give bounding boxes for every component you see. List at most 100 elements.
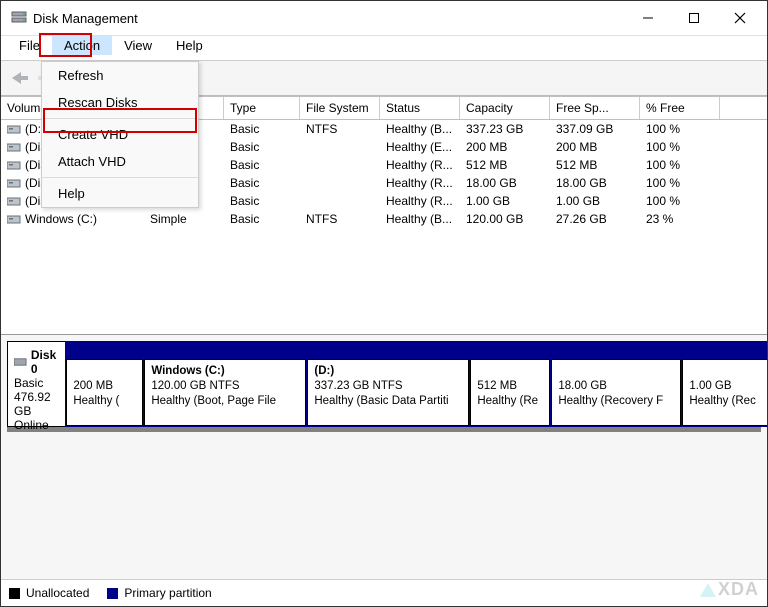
disk-type: Basic — [14, 376, 59, 390]
vol-pct: 100 % — [640, 156, 720, 174]
menu-bar: File Action View Help — [1, 36, 767, 61]
disk-size: 476.92 GB — [14, 390, 59, 418]
vol-name: Windows (C:) — [25, 212, 97, 226]
partition-size: 120.00 GB NTFS — [151, 380, 239, 392]
partition-status: Healthy (Boot, Page File — [151, 395, 276, 407]
col-free-space[interactable]: Free Sp... — [550, 97, 640, 119]
vol-capacity: 337.23 GB — [460, 120, 550, 138]
disk-map-pane: Disk 0 Basic 476.92 GB Online 200 MB Heal… — [1, 334, 767, 606]
vol-pct: 23 % — [640, 210, 720, 228]
vol-free: 337.09 GB — [550, 120, 640, 138]
maximize-button[interactable] — [671, 2, 717, 34]
partition-title: Windows (C:) — [151, 365, 224, 377]
menu-separator — [42, 177, 198, 178]
minimize-button[interactable] — [625, 2, 671, 34]
volume-icon — [7, 123, 21, 135]
vol-free: 512 MB — [550, 156, 640, 174]
col-spacer — [720, 97, 767, 119]
action-dropdown: Refresh Rescan Disks Create VHD Attach V… — [41, 61, 199, 208]
vol-pct: 100 % — [640, 192, 720, 210]
col-status[interactable]: Status — [380, 97, 460, 119]
partition-title: (D:) — [314, 365, 334, 377]
col-type[interactable]: Type — [224, 97, 300, 119]
partition-strip: 200 MB Healthy ( Windows (C:) 120.00 GB NTF… — [65, 341, 767, 427]
back-button[interactable] — [7, 66, 31, 90]
vol-fs — [300, 192, 380, 210]
app-icon — [11, 10, 27, 26]
vol-type: Basic — [224, 192, 300, 210]
menu-help-item[interactable]: Help — [42, 180, 198, 207]
vol-fs — [300, 138, 380, 156]
vol-fs: NTFS — [300, 210, 380, 228]
col-capacity[interactable]: Capacity — [460, 97, 550, 119]
partition-size: 18.00 GB — [558, 380, 607, 392]
vol-free: 18.00 GB — [550, 174, 640, 192]
disk-management-window: Disk Management File Action View Help Re… — [0, 0, 768, 607]
vol-capacity: 1.00 GB — [460, 192, 550, 210]
vol-type: Basic — [224, 138, 300, 156]
vol-type: Basic — [224, 210, 300, 228]
partition[interactable]: Windows (C:) 120.00 GB NTFS Healthy (Boot,… — [144, 359, 306, 426]
vol-status: Healthy (R... — [380, 156, 460, 174]
volume-icon — [7, 141, 21, 153]
menu-file[interactable]: File — [7, 36, 52, 55]
disk-state: Online — [14, 418, 59, 432]
partition-size: 337.23 GB NTFS — [314, 380, 402, 392]
title-bar: Disk Management — [1, 1, 767, 36]
close-button[interactable] — [717, 2, 763, 34]
vol-fs — [300, 174, 380, 192]
menu-view[interactable]: View — [112, 36, 164, 55]
disk-name: Disk 0 — [31, 348, 59, 376]
menu-create-vhd[interactable]: Create VHD — [42, 121, 198, 148]
volume-icon — [7, 213, 21, 225]
window-title: Disk Management — [33, 11, 138, 26]
partition-status: Healthy ( — [73, 395, 119, 407]
legend-unallocated: Unallocated — [9, 586, 89, 600]
partition-status: Healthy (Re — [477, 395, 538, 407]
vol-pct: 100 % — [640, 174, 720, 192]
vol-capacity: 200 MB — [460, 138, 550, 156]
vol-status: Healthy (R... — [380, 192, 460, 210]
vol-capacity: 120.00 GB — [460, 210, 550, 228]
vol-status: Healthy (B... — [380, 120, 460, 138]
vol-capacity: 512 MB — [460, 156, 550, 174]
volume-icon — [7, 177, 21, 189]
volume-icon — [7, 195, 21, 207]
vol-fs — [300, 156, 380, 174]
vol-type: Basic — [224, 120, 300, 138]
partition-status: Healthy (Recovery F — [558, 395, 663, 407]
partition-status: Healthy (Basic Data Partiti — [314, 395, 448, 407]
vol-type: Basic — [224, 174, 300, 192]
menu-rescan-disks[interactable]: Rescan Disks — [42, 89, 198, 116]
menu-refresh[interactable]: Refresh — [42, 62, 198, 89]
vol-free: 27.26 GB — [550, 210, 640, 228]
vol-free: 1.00 GB — [550, 192, 640, 210]
disk-row: Disk 0 Basic 476.92 GB Online 200 MB Heal… — [7, 341, 761, 432]
legend-primary: Primary partition — [107, 586, 211, 600]
partition[interactable]: 18.00 GB Healthy (Recovery F — [551, 359, 681, 426]
col-pct-free[interactable]: % Free — [640, 97, 720, 119]
partition-size: 200 MB — [73, 380, 113, 392]
volume-icon — [7, 159, 21, 171]
partition-size: 512 MB — [477, 380, 517, 392]
unallocated-swatch — [9, 588, 20, 599]
vol-status: Healthy (B... — [380, 210, 460, 228]
menu-action[interactable]: Action — [52, 36, 112, 55]
partition[interactable]: 1.00 GB Healthy (Rec — [682, 359, 767, 426]
vol-layout: Simple — [144, 210, 224, 228]
partition[interactable]: (D:) 337.23 GB NTFS Healthy (Basic Data Pa… — [307, 359, 469, 426]
partition[interactable]: 200 MB Healthy ( — [66, 359, 143, 426]
partition-status: Healthy (Rec — [689, 395, 755, 407]
menu-separator — [42, 118, 198, 119]
partition-size: 1.00 GB — [689, 380, 731, 392]
menu-help[interactable]: Help — [164, 36, 215, 55]
col-filesystem[interactable]: File System — [300, 97, 380, 119]
vol-fs: NTFS — [300, 120, 380, 138]
menu-attach-vhd[interactable]: Attach VHD — [42, 148, 198, 175]
disk-info[interactable]: Disk 0 Basic 476.92 GB Online — [7, 341, 65, 427]
legend: Unallocated Primary partition — [1, 579, 767, 606]
table-row[interactable]: Windows (C:) SimpleBasicNTFSHealthy (B...… — [1, 210, 767, 228]
primary-swatch — [107, 588, 118, 599]
vol-free: 200 MB — [550, 138, 640, 156]
partition[interactable]: 512 MB Healthy (Re — [470, 359, 550, 426]
